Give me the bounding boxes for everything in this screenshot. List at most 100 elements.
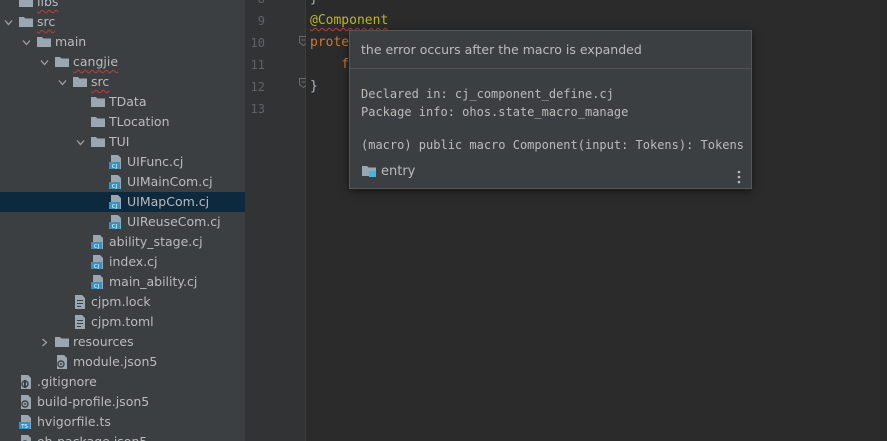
tree-item[interactable]: module.json5: [0, 352, 245, 372]
gitignore-file-icon: [18, 374, 34, 390]
tree-item-label: .gitignore: [37, 374, 97, 389]
tree-item-label: TData: [109, 94, 147, 109]
code-line[interactable]: prote: [310, 33, 349, 53]
json-file-icon: [18, 434, 34, 441]
line-number: 12: [250, 80, 265, 94]
tree-item-label: UIMainCom.cj: [127, 174, 213, 189]
folder-icon: [18, 0, 34, 10]
tree-item-label: main: [55, 34, 87, 49]
project-tree-panel: libs src main cangjie src TData TLocation TUI CJ…: [0, 0, 245, 441]
code-line[interactable]: @Component: [310, 11, 388, 31]
tree-item[interactable]: CJ main_ability.cj: [0, 272, 245, 292]
tree-item-label: cjpm.toml: [91, 314, 154, 329]
vertical-ellipsis-icon[interactable]: [736, 170, 742, 184]
folder-icon: [54, 334, 70, 350]
tree-item-label: hvigorfile.ts: [37, 414, 111, 429]
tree-item[interactable]: CJ index.cj: [0, 252, 245, 272]
tree-item[interactable]: src: [0, 72, 245, 92]
code-line[interactable]: f: [310, 55, 349, 75]
code-line[interactable]: }: [310, 0, 318, 9]
tree-item[interactable]: resources: [0, 332, 245, 352]
chevron-right-icon[interactable]: [38, 336, 50, 348]
tree-item[interactable]: TLocation: [0, 112, 245, 132]
svg-text:TS: TS: [20, 424, 28, 430]
tree-item-label: cjpm.lock: [91, 294, 151, 309]
error-message: the error occurs after the macro is expa…: [350, 31, 751, 69]
svg-text:CJ: CJ: [94, 284, 100, 290]
tree-item[interactable]: TUI: [0, 132, 245, 152]
cangjie-file-icon: CJ: [108, 154, 124, 170]
tree-item[interactable]: CJ UIMapCom.cj: [0, 192, 245, 212]
tree-item[interactable]: TS hvigorfile.ts: [0, 412, 245, 432]
tree-item[interactable]: CJ ability_stage.cj: [0, 232, 245, 252]
chevron-down-icon[interactable]: [56, 76, 68, 88]
svg-text:CJ: CJ: [94, 264, 100, 270]
tree-item-label: src: [37, 14, 56, 29]
module-name: entry: [381, 163, 416, 179]
chevron-down-icon[interactable]: [2, 16, 14, 28]
line-number: 10: [250, 36, 265, 50]
line-number: 8: [245, 0, 265, 9]
tree-item-label: UIMapCom.cj: [127, 194, 210, 209]
tree-item[interactable]: build-profile.json5: [0, 392, 245, 412]
chevron-down-icon[interactable]: [74, 136, 86, 148]
tree-item[interactable]: oh-package.json5: [0, 432, 245, 441]
tree-item[interactable]: src: [0, 12, 245, 32]
tree-item-label: main_ability.cj: [109, 274, 198, 289]
tree-item-label: TLocation: [109, 114, 170, 129]
cangjie-file-icon: CJ: [90, 234, 106, 250]
package-info-text: Package info: ohos.state_macro_manage: [361, 105, 629, 119]
line-number: 11: [250, 58, 265, 72]
tree-item-label: cangjie: [73, 54, 119, 69]
folder-icon: [90, 114, 106, 130]
tree-item-label: ability_stage.cj: [109, 234, 203, 249]
tree-item[interactable]: cjpm.lock: [0, 292, 245, 312]
cangjie-file-icon: CJ: [90, 254, 106, 270]
tree-item[interactable]: main: [0, 32, 245, 52]
tree-item[interactable]: cjpm.toml: [0, 312, 245, 332]
folder-icon: [72, 74, 88, 90]
svg-text:CJ: CJ: [112, 224, 118, 230]
tree-item[interactable]: CJ UIFunc.cj: [0, 152, 245, 172]
tree-item-label: oh-package.json5: [37, 432, 147, 441]
code-line[interactable]: }: [310, 77, 318, 97]
declared-in-text: Declared in: cj_component_define.cj: [361, 87, 614, 101]
tree-item[interactable]: TData: [0, 92, 245, 112]
tree-item[interactable]: libs: [0, 0, 245, 12]
cangjie-file-icon: CJ: [108, 214, 124, 230]
svg-text:CJ: CJ: [94, 244, 100, 250]
tree-item-label: index.cj: [109, 254, 158, 269]
tree-item-label: src: [91, 74, 110, 89]
tree-item-label: build-profile.json5: [37, 394, 150, 409]
tree-item-label: module.json5: [73, 354, 158, 369]
macro-signature-text: (macro) public macro Component(input: To…: [361, 138, 744, 152]
module-link[interactable]: entry: [361, 163, 415, 179]
tree-item-label: UIReuseCom.cj: [127, 214, 221, 229]
svg-text:CJ: CJ: [112, 204, 118, 210]
tree-item[interactable]: cangjie: [0, 52, 245, 72]
tree-item[interactable]: CJ UIMainCom.cj: [0, 172, 245, 192]
module-folder-icon: [361, 163, 377, 179]
tree-item-label: TUI: [109, 134, 130, 149]
tree-item-label: resources: [73, 334, 134, 349]
chevron-down-icon[interactable]: [20, 36, 32, 48]
chevron-down-icon[interactable]: [38, 56, 50, 68]
tree-item-label: libs: [37, 0, 59, 9]
line-number: 9: [257, 14, 265, 28]
tree-item[interactable]: .gitignore: [0, 372, 245, 392]
line-number: 13: [250, 102, 265, 116]
quick-documentation-popup: the error occurs after the macro is expa…: [349, 30, 752, 189]
tree-item[interactable]: CJ UIReuseCom.cj: [0, 212, 245, 232]
editor-gutter: 8 9 10 11 12 13: [245, 0, 308, 441]
